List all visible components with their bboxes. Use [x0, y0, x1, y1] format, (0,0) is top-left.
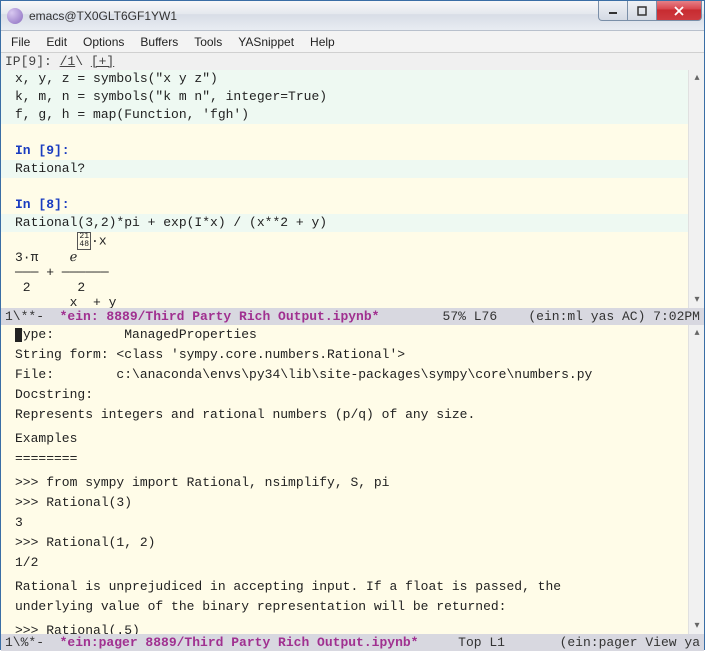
input-prompt: In [8]:	[1, 196, 704, 214]
doc-line: Represents integers and rational numbers…	[1, 405, 704, 425]
workspace: IP[9]: /1\ [+] x, y, z = symbols("x y z"…	[1, 53, 704, 651]
minimize-button[interactable]	[598, 1, 628, 21]
output-line: 21 48·x	[1, 232, 704, 250]
tab-add[interactable]: [+]	[91, 54, 114, 69]
code-line: Rational(3,2)*pi + exp(I*x) / (x**2 + y)	[1, 214, 704, 232]
code-line: k, m, n = symbols("k m n", integer=True)	[1, 88, 704, 106]
doc-line: 1/2	[1, 553, 704, 573]
doc-line: Rational is unprejudiced in accepting in…	[1, 577, 704, 597]
menu-help[interactable]: Help	[310, 35, 335, 49]
output-line: x + y	[1, 295, 704, 308]
mode-line-top: 1\**- *ein: 8889/Third Party Rich Output…	[1, 308, 704, 325]
modeline-status: 1\%*-	[5, 635, 60, 650]
output-line: ─── + ──────	[1, 265, 704, 280]
blank-line	[1, 178, 704, 196]
doc-line: Docstring:	[1, 385, 704, 405]
cursor	[15, 328, 22, 342]
doc-line: String form: <class 'sympy.core.numbers.…	[1, 345, 704, 365]
scrollbar[interactable]: ▴ ▾	[688, 70, 704, 308]
mode-line-bottom: 1\%*- *ein:pager 8889/Third Party Rich O…	[1, 634, 704, 651]
notebook-pane[interactable]: x, y, z = symbols("x y z") k, m, n = sym…	[1, 70, 704, 308]
menu-buffers[interactable]: Buffers	[140, 35, 178, 49]
window-title: emacs@TX0GLT6GF1YW1	[29, 9, 599, 23]
emacs-icon	[7, 8, 23, 24]
menu-yasnippet[interactable]: YASnippet	[238, 35, 294, 49]
scroll-down-icon[interactable]: ▾	[689, 292, 704, 308]
doc-line: 3	[1, 513, 704, 533]
scroll-up-icon[interactable]: ▴	[689, 70, 704, 86]
scroll-down-icon[interactable]: ▾	[689, 618, 704, 634]
fraction-box: 21 48	[77, 232, 91, 250]
doc-line: >>> Rational(1, 2)	[1, 533, 704, 553]
scrollbar[interactable]: ▴ ▾	[688, 325, 704, 634]
blank-line	[1, 124, 704, 142]
code-line: f, g, h = map(Function, 'fgh')	[1, 106, 704, 124]
scroll-up-icon[interactable]: ▴	[689, 325, 704, 341]
window-titlebar: emacs@TX0GLT6GF1YW1	[1, 1, 704, 31]
pager-pane[interactable]: Type: ManagedProperties String form: <cl…	[1, 325, 704, 634]
header-line: IP[9]: /1\ [+]	[1, 53, 704, 70]
menu-options[interactable]: Options	[83, 35, 124, 49]
window-controls	[599, 1, 702, 21]
doc-line: ========	[1, 449, 704, 469]
tab-current[interactable]: /1	[60, 54, 76, 69]
input-prompt: In [9]:	[1, 142, 704, 160]
modeline-info: 57% L76 (ein:ml yas AC) 7:02PM	[419, 309, 700, 324]
modeline-info: Top L1 (ein:pager View ya	[435, 635, 700, 650]
maximize-button[interactable]	[627, 1, 657, 21]
doc-line: File: c:\anaconda\envs\py34\lib\site-pac…	[1, 365, 704, 385]
doc-line: >>> from sympy import Rational, nsimplif…	[1, 473, 704, 493]
menu-bar: File Edit Options Buffers Tools YASnippe…	[1, 31, 704, 53]
menu-edit[interactable]: Edit	[46, 35, 67, 49]
modeline-status: 1\**-	[5, 309, 60, 324]
doc-line: >>> Rational(3)	[1, 493, 704, 513]
menu-tools[interactable]: Tools	[194, 35, 222, 49]
code-line: Rational?	[1, 160, 704, 178]
doc-line: Type: ManagedProperties	[1, 325, 704, 345]
buffer-name: *ein: 8889/Third Party Rich Output.ipynb…	[60, 309, 380, 324]
buffer-name: *ein:pager 8889/Third Party Rich Output.…	[60, 635, 419, 650]
menu-file[interactable]: File	[11, 35, 30, 49]
close-button[interactable]	[656, 1, 702, 21]
doc-line: >>> Rational(.5)	[1, 621, 704, 634]
code-line: x, y, z = symbols("x y z")	[1, 70, 704, 88]
doc-line: underlying value of the binary represent…	[1, 597, 704, 617]
output-line: 3·π ℯ	[1, 250, 704, 265]
doc-line: Examples	[1, 429, 704, 449]
output-line: 2 2	[1, 280, 704, 295]
